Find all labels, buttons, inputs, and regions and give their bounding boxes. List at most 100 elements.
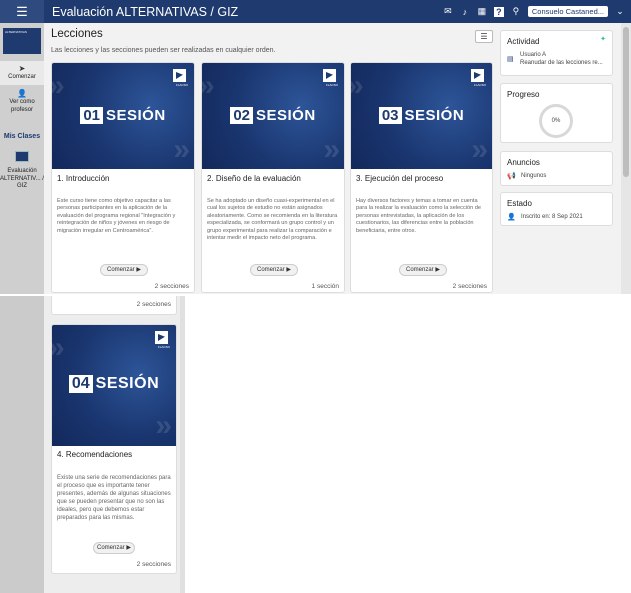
logo-text: FLACSO: [157, 345, 170, 349]
decor-chevron-icon: »: [155, 409, 172, 442]
session-word: SESIÓN: [256, 107, 316, 124]
session-word: SESIÓN: [106, 107, 166, 124]
status-panel: Estado 👤 Inscrito en: 8 Sep 2021: [500, 192, 613, 226]
start-button[interactable]: Comenzar ▶: [250, 264, 298, 276]
person-icon: 👤: [507, 214, 516, 221]
start-button[interactable]: Comenzar ▶: [93, 542, 135, 554]
decor-chevron-icon: »: [471, 133, 488, 166]
page-subtitle: Las lecciones y las secciones pueden ser…: [51, 47, 276, 54]
session-heading: 02 SESIÓN: [202, 107, 344, 124]
session-number: 03: [378, 107, 402, 124]
lesson-banner: » » FLACSO 02 SESIÓN: [202, 63, 344, 169]
session-number: 01: [80, 107, 103, 124]
lesson-banner: » » FLACSO 03 SESIÓN: [351, 63, 492, 169]
my-classes-heading: Mis Clases: [3, 133, 41, 140]
start-button-label: Comenzar: [257, 267, 285, 273]
decor-chevron-icon: »: [351, 71, 364, 101]
class-thumbnail[interactable]: [15, 151, 29, 162]
paper-plane-icon: ➤: [18, 64, 26, 73]
start-button[interactable]: Comenzar ▶: [399, 264, 447, 276]
logo-text: FLACSO: [175, 83, 188, 87]
start-button[interactable]: Comenzar ▶: [100, 264, 148, 276]
notifications-icon[interactable]: ♪: [460, 7, 470, 17]
sidebar-item-comenzar[interactable]: ➤ Comenzar: [0, 61, 44, 85]
sidebar-item-label: Comenzar: [8, 74, 36, 80]
announcements-panel: Anuncios 📢 Ningunos: [500, 151, 613, 186]
logo-text: FLACSO: [325, 83, 338, 87]
flacso-logo-icon: [173, 69, 186, 82]
user-menu[interactable]: Consuelo Castaned...: [527, 6, 608, 17]
star-icon: ✦: [600, 36, 606, 43]
lesson-title[interactable]: 4. Recomendaciones: [57, 450, 132, 459]
sidebar-item-class[interactable]: Evaluación ALTERNATIV... / GIZ: [0, 168, 44, 191]
activity-detail[interactable]: Reanudar de las lecciones re...: [520, 60, 603, 66]
app-title: Evaluación ALTERNATIVAS / GIZ: [52, 4, 239, 19]
play-icon: ▶: [126, 545, 131, 551]
decor-chevron-icon: »: [202, 71, 215, 101]
announcements-value: Ningunos: [521, 173, 547, 179]
bottom-screen: 2 secciones » » FLACSO 04 SESIÓN 4. Reco…: [0, 296, 185, 593]
activity-user[interactable]: Usuario A: [520, 52, 546, 58]
sections-count: 2 secciones: [136, 561, 171, 568]
activity-panel: Actividad ✦ ▤ Usuario A Reanudar de las …: [500, 30, 613, 76]
decor-chevron-icon: »: [323, 133, 340, 166]
lesson-description: Hay diversos factores y temas a tomar en…: [356, 198, 481, 234]
lesson-title[interactable]: 1. Introducción: [57, 174, 109, 183]
list-view-button[interactable]: ☰: [475, 30, 493, 43]
activity-title: Actividad: [507, 37, 540, 46]
help-icon[interactable]: ?: [493, 6, 504, 17]
top-icons: ✉ ♪ ▦ ? ⚲ Consuelo Castaned... ⌄: [443, 0, 625, 23]
course-thumbnail-text: ALTERNATIVAS: [5, 30, 27, 34]
lesson-card-2[interactable]: » » FLACSO 02 SESIÓN 2. Diseño de la eva…: [201, 62, 345, 293]
session-word: SESIÓN: [404, 107, 465, 124]
decor-chevron-icon: »: [173, 133, 190, 166]
status-title: Estado: [507, 199, 532, 208]
chevron-down-icon[interactable]: ⌄: [615, 6, 625, 17]
start-button-label: Comenzar: [107, 267, 135, 273]
logo-text: FLACSO: [473, 83, 486, 87]
start-button-label: Comenzar: [406, 267, 434, 273]
scrollbar[interactable]: [180, 296, 185, 593]
session-heading: 01 SESIÓN: [52, 107, 194, 124]
lesson-banner: » » FLACSO 04 SESIÓN: [52, 325, 176, 446]
sections-count: 2 secciones: [136, 301, 171, 308]
progress-title: Progreso: [507, 90, 540, 99]
session-heading: 04 SESIÓN: [52, 375, 176, 393]
decor-chevron-icon: »: [52, 333, 65, 363]
search-icon[interactable]: ⚲: [511, 6, 521, 17]
sidebar-item-label: Ver como profesor: [9, 99, 35, 113]
lesson-description: Se ha adoptado un diseño cuasi-experimen…: [207, 198, 338, 241]
session-number: 04: [68, 375, 93, 393]
hamburger-icon[interactable]: ☰: [0, 0, 44, 23]
scrollbar[interactable]: [621, 23, 631, 294]
start-button-label: Comenzar: [97, 545, 125, 551]
megaphone-icon: 📢: [507, 173, 516, 180]
lesson-description: Existe una serie de recomendaciones para…: [57, 475, 171, 521]
sections-count: 2 secciones: [452, 283, 487, 290]
lesson-card-1[interactable]: » » FLACSO 01 SESIÓN 1. Introducción Est…: [51, 62, 195, 293]
lesson-card-3[interactable]: » » FLACSO 03 SESIÓN 3. Ejecución del pr…: [350, 62, 493, 293]
sidebar: [0, 296, 44, 593]
lesson-card-4[interactable]: » » FLACSO 04 SESIÓN 4. Recomendaciones …: [51, 324, 177, 574]
scrollbar-thumb[interactable]: [623, 27, 629, 177]
decor-chevron-icon: »: [52, 71, 65, 101]
lesson-title[interactable]: 3. Ejecución del proceso: [356, 174, 443, 183]
lesson-title[interactable]: 2. Diseño de la evaluación: [207, 174, 301, 183]
play-icon: ▶: [435, 267, 440, 273]
announcements-title: Anuncios: [507, 158, 540, 167]
sidebar-item-ver-como-profesor[interactable]: 👤 Ver como profesor: [0, 89, 44, 119]
document-icon: ▤: [507, 56, 514, 63]
play-icon: ▶: [136, 267, 141, 273]
progress-panel: Progreso 0%: [500, 83, 613, 143]
flacso-logo-icon: [471, 69, 484, 82]
mail-icon[interactable]: ✉: [443, 6, 453, 17]
course-thumbnail[interactable]: ALTERNATIVAS: [3, 28, 41, 54]
sidebar: ALTERNATIVAS ➤ Comenzar 👤 Ver como profe…: [0, 23, 44, 294]
top-bar: ☰ Evaluación ALTERNATIVAS / GIZ ✉ ♪ ▦ ? …: [0, 0, 631, 23]
grid-icon[interactable]: ▦: [477, 6, 487, 17]
session-word: SESIÓN: [95, 375, 160, 392]
sections-count: 1 sección: [311, 283, 339, 290]
sections-count: 2 secciones: [154, 283, 189, 290]
page-title: Lecciones: [51, 28, 103, 40]
progress-ring: 0%: [539, 104, 573, 138]
